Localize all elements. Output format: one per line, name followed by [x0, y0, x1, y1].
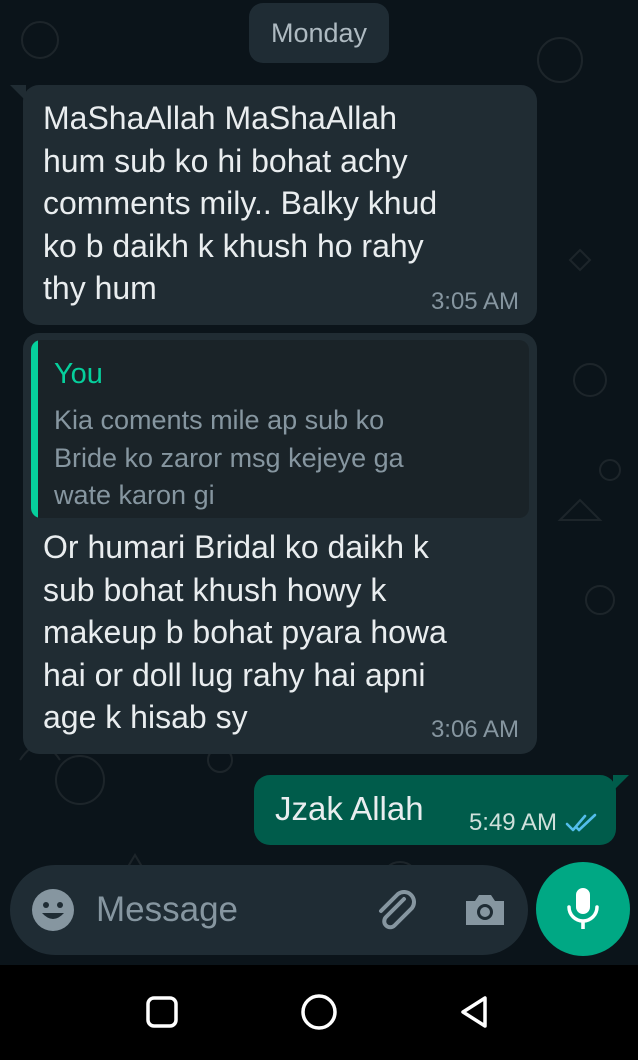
recents-button[interactable] [137, 987, 187, 1037]
quote-author: You [54, 358, 103, 390]
chat-area[interactable]: Monday MaShaAllah MaShaAllah hum sub ko … [0, 0, 638, 965]
voice-record-button[interactable] [536, 862, 630, 956]
day-separator: Monday [249, 3, 389, 63]
message-meta: 5:49 AM [469, 809, 599, 837]
bubble-tail [613, 775, 629, 791]
message-time: 5:49 AM [468, 809, 557, 836]
whatsapp-chat-screen: Monday MaShaAllah MaShaAllah hum sub ko … [0, 0, 638, 1060]
message-text: MaShaAllah MaShaAllah hum sub ko hi boha… [43, 100, 438, 306]
incoming-reply-message[interactable]: You Kia coments mile ap sub ko Bride ko … [23, 333, 537, 754]
quote-text: Kia coments mile ap sub ko Bride ko zaro… [54, 405, 404, 510]
bubble-tail [10, 85, 26, 101]
message-input[interactable] [96, 885, 346, 935]
back-button[interactable] [450, 987, 500, 1037]
recents-icon [146, 996, 178, 1028]
message-text: Or humari Bridal ko daikh k sub bohat kh… [43, 529, 447, 735]
incoming-message[interactable]: MaShaAllah MaShaAllah hum sub ko hi boha… [10, 85, 537, 325]
quoted-message[interactable]: You Kia coments mile ap sub ko Bride ko … [31, 340, 529, 518]
home-button[interactable] [294, 987, 344, 1037]
emoji-button[interactable] [30, 887, 76, 933]
attach-button[interactable] [370, 885, 420, 935]
read-ticks-icon [565, 813, 597, 832]
attach-icon [379, 890, 416, 930]
camera-icon [466, 895, 504, 925]
message-composer [10, 865, 528, 955]
quote-accent-bar [31, 340, 38, 518]
message-text: Jzak Allah [275, 790, 424, 827]
back-icon [461, 996, 487, 1028]
home-icon [301, 994, 337, 1030]
camera-button[interactable] [460, 885, 510, 935]
outgoing-message[interactable]: Jzak Allah 5:49 AM [254, 775, 629, 845]
message-time: 3:06 AM [430, 716, 519, 743]
system-navigation-bar [0, 965, 638, 1060]
mic-icon [567, 888, 599, 929]
message-time: 3:05 AM [430, 288, 519, 315]
emoji-icon [32, 889, 74, 931]
